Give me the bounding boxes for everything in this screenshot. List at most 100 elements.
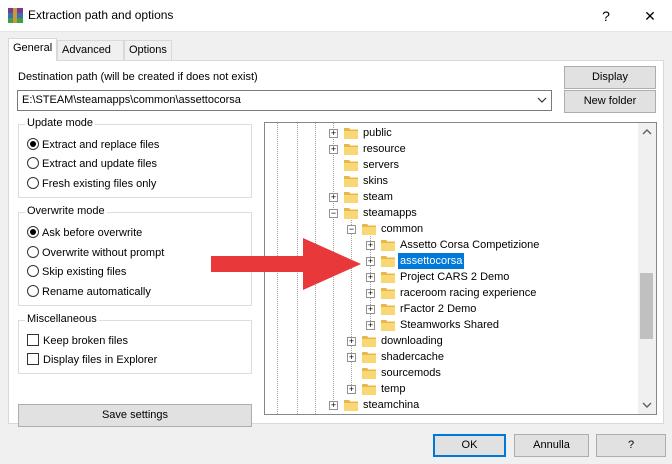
- expand-icon[interactable]: +: [366, 241, 375, 250]
- tree-item[interactable]: + steamchina: [265, 397, 635, 413]
- tab-advanced[interactable]: Advanced: [57, 40, 124, 60]
- close-icon[interactable]: ✕: [628, 0, 672, 32]
- tree-item-label[interactable]: skins: [361, 173, 390, 189]
- folder-icon: [362, 224, 376, 235]
- radio-extract-update[interactable]: Extract and update files: [27, 156, 157, 172]
- expand-icon[interactable]: +: [329, 193, 338, 202]
- winrar-icon: [8, 8, 23, 23]
- expand-icon[interactable]: +: [366, 305, 375, 314]
- help-button[interactable]: ?: [596, 434, 666, 457]
- tree-scrollbar[interactable]: [638, 123, 656, 414]
- collapse-icon[interactable]: −: [329, 209, 338, 218]
- tree-item[interactable]: + temp: [265, 381, 635, 397]
- title-help-button[interactable]: ?: [584, 0, 628, 32]
- tree-item[interactable]: + public: [265, 125, 635, 141]
- tree-item-label[interactable]: steam: [361, 189, 395, 205]
- expand-icon[interactable]: +: [347, 353, 356, 362]
- expand-icon[interactable]: +: [347, 337, 356, 346]
- collapse-icon[interactable]: −: [347, 225, 356, 234]
- radio-skip-existing[interactable]: Skip existing files: [27, 264, 126, 280]
- tree-item-label[interactable]: common: [379, 221, 425, 237]
- destination-path-value[interactable]: E:\STEAM\steamapps\common\assettocorsa: [22, 94, 241, 106]
- tree-item-label[interactable]: downloading: [379, 333, 445, 349]
- expand-icon[interactable]: +: [366, 321, 375, 330]
- checkbox-label: Display files in Explorer: [43, 354, 158, 366]
- radio-button-checked[interactable]: [27, 138, 39, 150]
- tab-general[interactable]: General: [8, 38, 57, 61]
- tree-item[interactable]: servers: [265, 157, 635, 173]
- folder-icon: [381, 240, 395, 251]
- radio-label: Extract and update files: [42, 158, 157, 170]
- tree-item-label[interactable]: steamapps: [361, 205, 419, 221]
- tree-item[interactable]: − steamapps: [265, 205, 635, 221]
- radio-overwrite-without-prompt[interactable]: Overwrite without prompt: [27, 245, 164, 261]
- tree-item-label[interactable]: public: [361, 125, 394, 141]
- radio-button[interactable]: [27, 157, 39, 169]
- scroll-down-arrow-icon[interactable]: [642, 400, 652, 410]
- radio-fresh-existing[interactable]: Fresh existing files only: [27, 176, 156, 192]
- folder-icon: [362, 384, 376, 395]
- expand-icon[interactable]: +: [366, 257, 375, 266]
- expand-icon[interactable]: +: [366, 289, 375, 298]
- tree-item-label[interactable]: temp: [379, 381, 407, 397]
- ok-button[interactable]: OK: [433, 434, 506, 457]
- radio-button[interactable]: [27, 265, 39, 277]
- title-bar: Extraction path and options ? ✕: [0, 0, 672, 32]
- tree-item[interactable]: + shadercache: [265, 349, 635, 365]
- tree-item[interactable]: sourcemods: [265, 365, 635, 381]
- expand-icon[interactable]: +: [366, 273, 375, 282]
- cancel-button[interactable]: Annulla: [514, 434, 589, 457]
- tree-item[interactable]: + rFactor 2 Demo: [265, 301, 635, 317]
- tree-item-label[interactable]: resource: [361, 141, 408, 157]
- tree-item[interactable]: skins: [265, 173, 635, 189]
- tree-item-label[interactable]: shadercache: [379, 349, 446, 365]
- radio-button[interactable]: [27, 246, 39, 258]
- expand-icon[interactable]: +: [329, 129, 338, 138]
- checkbox[interactable]: [27, 353, 39, 365]
- expand-icon[interactable]: +: [329, 145, 338, 154]
- radio-label: Fresh existing files only: [42, 178, 157, 190]
- tree-item[interactable]: + downloading: [265, 333, 635, 349]
- folder-icon: [344, 144, 358, 155]
- tree-item[interactable]: + Steamworks Shared: [265, 317, 635, 333]
- new-folder-button[interactable]: New folder: [564, 90, 656, 113]
- checkbox-label: Keep broken files: [43, 335, 128, 347]
- scrollbar-thumb[interactable]: [640, 273, 653, 339]
- expand-icon[interactable]: +: [329, 401, 338, 410]
- tree-item-label[interactable]: assettocorsa: [398, 253, 465, 269]
- tree-item-label[interactable]: sourcemods: [379, 365, 443, 381]
- checkbox-display-in-explorer[interactable]: Display files in Explorer: [27, 352, 157, 368]
- chevron-down-icon[interactable]: [536, 94, 548, 106]
- tree-item-label[interactable]: servers: [361, 157, 401, 173]
- window-title: Extraction path and options: [28, 8, 174, 22]
- folder-icon: [381, 304, 395, 315]
- checkbox-keep-broken-files[interactable]: Keep broken files: [27, 333, 128, 349]
- radio-rename-automatically[interactable]: Rename automatically: [27, 284, 151, 300]
- folder-icon: [344, 176, 358, 187]
- destination-path-combobox[interactable]: E:\STEAM\steamapps\common\assettocorsa: [17, 90, 552, 111]
- update-mode-title: Update mode: [25, 117, 96, 129]
- miscellaneous-title: Miscellaneous: [25, 313, 99, 325]
- folder-icon: [344, 208, 358, 219]
- tree-item-label[interactable]: Assetto Corsa Competizione: [398, 237, 541, 253]
- tree-item[interactable]: + steam: [265, 189, 635, 205]
- radio-button[interactable]: [27, 285, 39, 297]
- scroll-up-arrow-icon[interactable]: [642, 127, 652, 137]
- tree-item[interactable]: + resource: [265, 141, 635, 157]
- tree-item-label[interactable]: Project CARS 2 Demo: [398, 269, 511, 285]
- radio-button[interactable]: [27, 177, 39, 189]
- tree-item-label[interactable]: Steamworks Shared: [398, 317, 501, 333]
- radio-extract-replace[interactable]: Extract and replace files: [27, 137, 159, 153]
- expand-icon[interactable]: +: [347, 385, 356, 394]
- tree-item-label[interactable]: raceroom racing experience: [398, 285, 538, 301]
- radio-button-checked[interactable]: [27, 226, 39, 238]
- save-settings-button[interactable]: Save settings: [18, 404, 252, 427]
- tab-options[interactable]: Options: [124, 40, 172, 60]
- tree-item[interactable]: − common: [265, 221, 635, 237]
- display-button[interactable]: Display: [564, 66, 656, 89]
- tree-item-label[interactable]: rFactor 2 Demo: [398, 301, 478, 317]
- miscellaneous-group: Miscellaneous Keep broken files Display …: [18, 313, 252, 374]
- tree-item-label[interactable]: steamchina: [361, 397, 421, 413]
- checkbox[interactable]: [27, 334, 39, 346]
- radio-ask-before-overwrite[interactable]: Ask before overwrite: [27, 225, 142, 241]
